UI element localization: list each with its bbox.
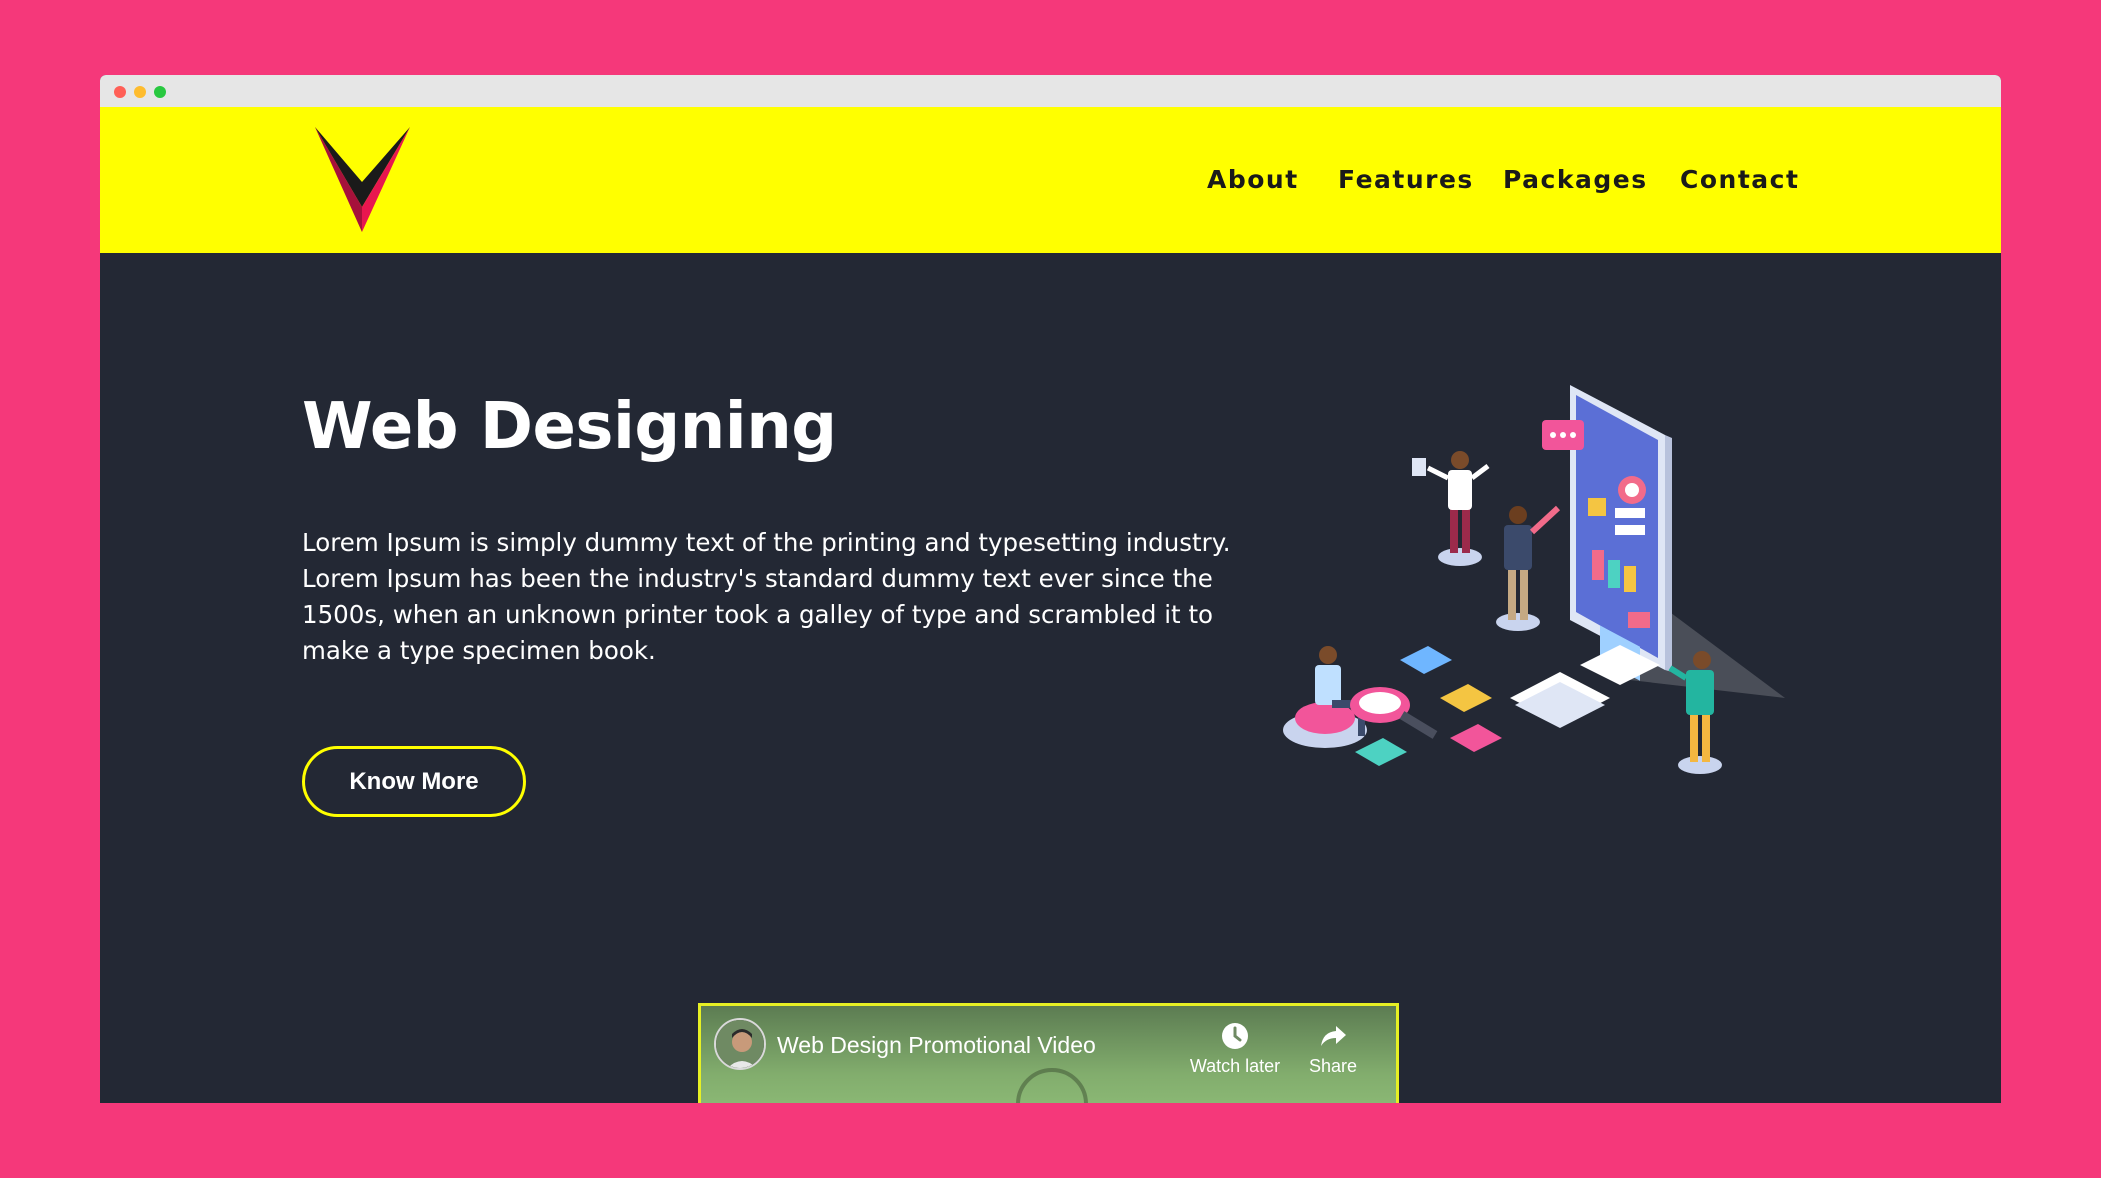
browser-title-bar xyxy=(100,75,2001,107)
avatar-person-icon xyxy=(716,1020,764,1068)
share-button[interactable]: Share xyxy=(1285,1022,1381,1077)
loading-spinner xyxy=(1016,1068,1088,1103)
person-figure-1 xyxy=(1412,451,1490,566)
watch-later-label: Watch later xyxy=(1189,1056,1281,1076)
web-design-illustration xyxy=(1283,385,1785,774)
close-window-dot[interactable] xyxy=(114,86,126,98)
person-figure-2 xyxy=(1496,505,1561,631)
hero-description: Lorem Ipsum is simply dummy text of the … xyxy=(302,528,1231,665)
v-logo-icon xyxy=(315,127,410,232)
channel-avatar[interactable] xyxy=(714,1018,766,1070)
clock-icon xyxy=(1222,1023,1248,1049)
nav-features[interactable]: Features xyxy=(1338,165,1474,194)
minimize-window-dot[interactable] xyxy=(134,86,146,98)
watch-later-button[interactable]: Watch later xyxy=(1187,1022,1283,1077)
nav-contact[interactable]: Contact xyxy=(1680,165,1799,194)
video-title[interactable]: Web Design Promotional Video xyxy=(777,1032,1096,1059)
hero-title: Web Designing xyxy=(302,390,837,464)
logo[interactable] xyxy=(315,127,410,237)
know-more-button[interactable]: Know More xyxy=(302,746,526,817)
browser-window: About Features Packages Contact Web Desi… xyxy=(100,75,2001,1103)
nav-about[interactable]: About xyxy=(1207,165,1299,194)
video-embed[interactable]: Web Design Promotional Video Watch later… xyxy=(698,1003,1399,1103)
share-arrow-icon xyxy=(1321,1026,1346,1046)
phone-graphic xyxy=(1570,385,1672,681)
share-label: Share xyxy=(1308,1056,1358,1076)
nav-packages[interactable]: Packages xyxy=(1503,165,1648,194)
maximize-window-dot[interactable] xyxy=(154,86,166,98)
site-header: About Features Packages Contact xyxy=(100,107,2001,253)
